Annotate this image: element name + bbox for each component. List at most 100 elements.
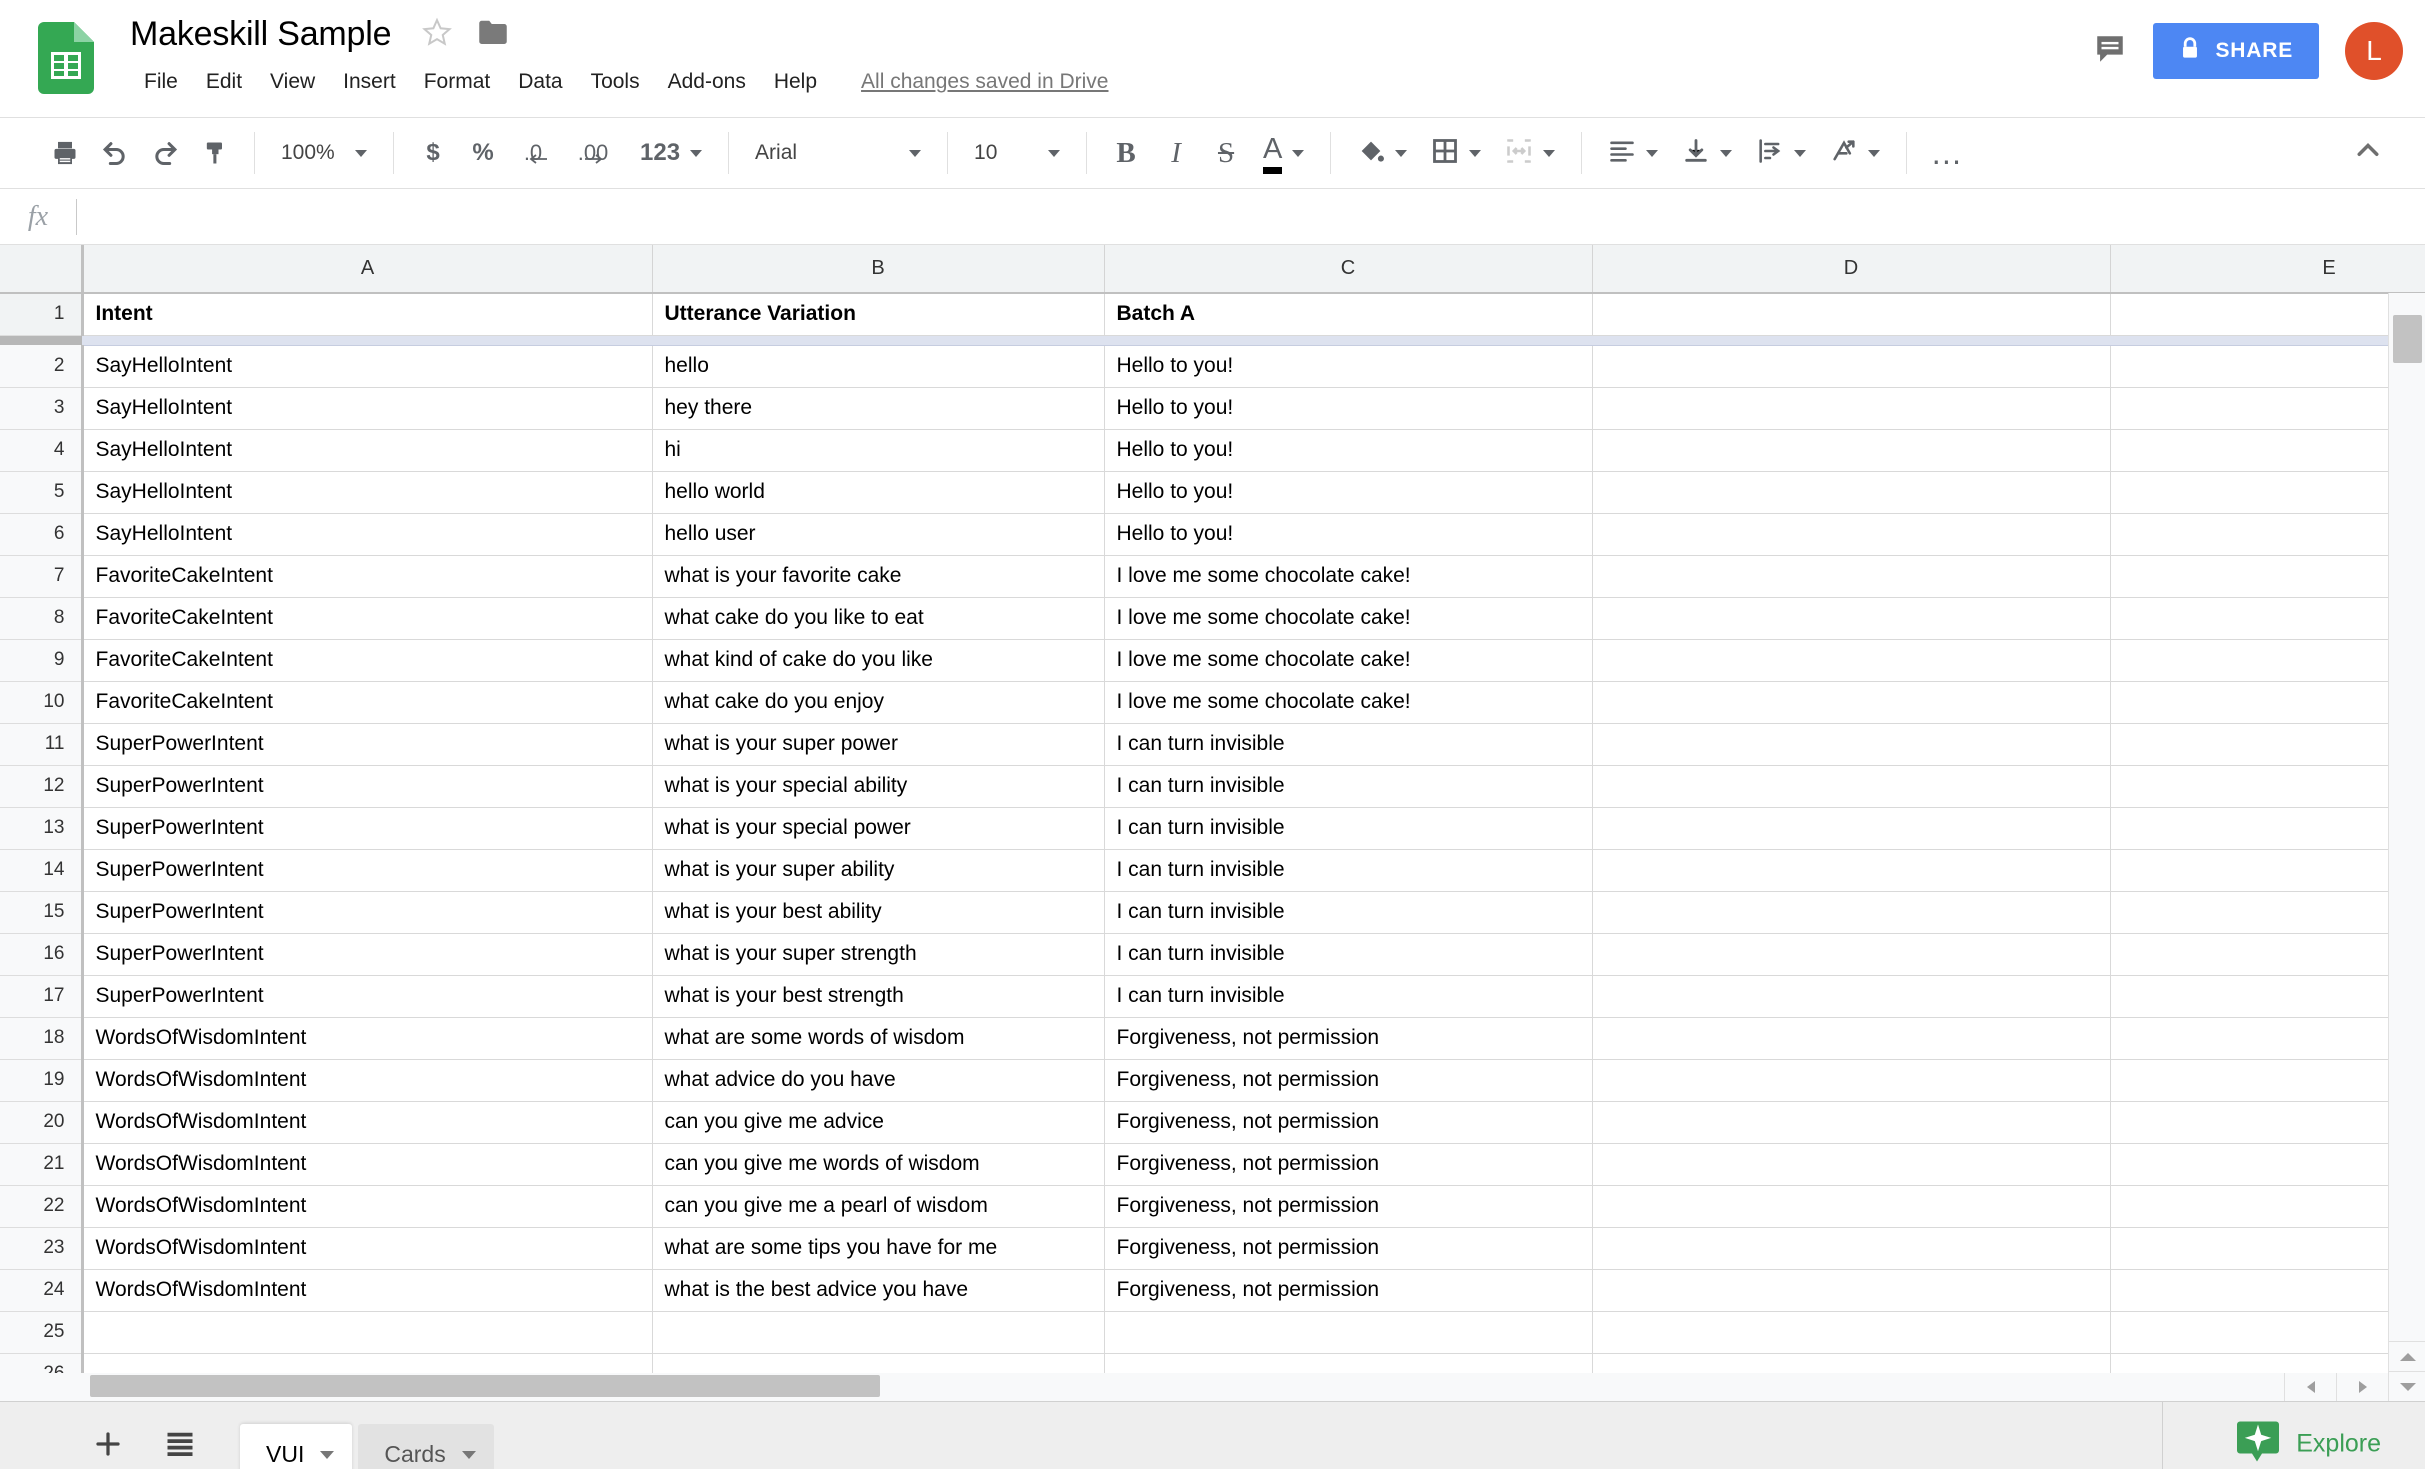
row-header-19[interactable]: 19	[0, 1059, 84, 1102]
cell-d24[interactable]	[1592, 1269, 2111, 1312]
row-header-10[interactable]: 10	[0, 681, 84, 724]
sheet-tab-cards[interactable]: Cards	[358, 1423, 494, 1469]
cell-b17[interactable]: what is your best strength	[652, 975, 1105, 1018]
bold-button[interactable]: B	[1101, 128, 1151, 178]
cell-b8[interactable]: what cake do you like to eat	[652, 597, 1105, 640]
cell-c9[interactable]: I love me some chocolate cake!	[1104, 639, 1593, 682]
menu-item-tools[interactable]: Tools	[577, 66, 654, 98]
menu-item-view[interactable]: View	[256, 66, 329, 98]
cell-c8[interactable]: I love me some chocolate cake!	[1104, 597, 1593, 640]
cell-d17[interactable]	[1592, 975, 2111, 1018]
cell-b21[interactable]: can you give me words of wisdom	[652, 1143, 1105, 1186]
vertical-scrollbar-thumb[interactable]	[2393, 315, 2422, 363]
cell-b25[interactable]	[652, 1311, 1105, 1354]
cell-d20[interactable]	[1592, 1101, 2111, 1144]
cell-d13[interactable]	[1592, 807, 2111, 850]
formula-input[interactable]	[77, 189, 2425, 244]
cell-b24[interactable]: what is the best advice you have	[652, 1269, 1105, 1312]
more-options-button[interactable]: …	[1921, 128, 1971, 178]
cell-b1[interactable]: Utterance Variation	[652, 293, 1105, 336]
cell-a23[interactable]: WordsOfWisdomIntent	[82, 1227, 653, 1270]
currency-format-button[interactable]: $	[408, 128, 458, 178]
italic-button[interactable]: I	[1151, 128, 1201, 178]
row-header-24[interactable]: 24	[0, 1269, 84, 1312]
cell-e22[interactable]	[2110, 1185, 2425, 1228]
scroll-up-button[interactable]	[2389, 1341, 2425, 1371]
scroll-right-button[interactable]	[2336, 1373, 2388, 1401]
cell-c5[interactable]: Hello to you!	[1104, 471, 1593, 514]
cell-d19[interactable]	[1592, 1059, 2111, 1102]
cell-b3[interactable]: hey there	[652, 387, 1105, 430]
cell-c18[interactable]: Forgiveness, not permission	[1104, 1017, 1593, 1060]
cell-c17[interactable]: I can turn invisible	[1104, 975, 1593, 1018]
horizontal-align-select[interactable]	[1596, 128, 1670, 178]
cell-a19[interactable]: WordsOfWisdomIntent	[82, 1059, 653, 1102]
document-title[interactable]: Makeskill Sample	[130, 12, 392, 56]
cell-c10[interactable]: I love me some chocolate cake!	[1104, 681, 1593, 724]
cell-a13[interactable]: SuperPowerIntent	[82, 807, 653, 850]
cell-e21[interactable]	[2110, 1143, 2425, 1186]
cell-e14[interactable]	[2110, 849, 2425, 892]
column-header-a[interactable]: A	[82, 245, 653, 294]
scroll-left-button[interactable]	[2284, 1373, 2336, 1401]
cell-e7[interactable]	[2110, 555, 2425, 598]
row-header-3[interactable]: 3	[0, 387, 84, 430]
cell-c23[interactable]: Forgiveness, not permission	[1104, 1227, 1593, 1270]
print-button[interactable]	[40, 128, 90, 178]
cell-a17[interactable]: SuperPowerIntent	[82, 975, 653, 1018]
cell-e4[interactable]	[2110, 429, 2425, 472]
cell-b16[interactable]: what is your super strength	[652, 933, 1105, 976]
row-header-25[interactable]: 25	[0, 1311, 84, 1354]
frozen-divider-handle[interactable]	[0, 335, 82, 345]
horizontal-scrollbar-thumb[interactable]	[90, 1375, 880, 1397]
cell-b19[interactable]: what advice do you have	[652, 1059, 1105, 1102]
cell-c12[interactable]: I can turn invisible	[1104, 765, 1593, 808]
number-format-select[interactable]: 123	[628, 128, 714, 178]
cell-e9[interactable]	[2110, 639, 2425, 682]
column-header-c[interactable]: C	[1104, 245, 1593, 294]
menu-item-help[interactable]: Help	[760, 66, 831, 98]
menu-item-file[interactable]: File	[130, 66, 192, 98]
cell-e16[interactable]	[2110, 933, 2425, 976]
cell-c20[interactable]: Forgiveness, not permission	[1104, 1101, 1593, 1144]
row-header-2[interactable]: 2	[0, 345, 84, 388]
row-header-16[interactable]: 16	[0, 933, 84, 976]
sheet-tab-vui[interactable]: VUI	[240, 1423, 353, 1469]
cell-c3[interactable]: Hello to you!	[1104, 387, 1593, 430]
add-sheet-button[interactable]	[80, 1416, 136, 1469]
cell-d1[interactable]	[1592, 293, 2111, 336]
cell-a1[interactable]: Intent	[82, 293, 653, 336]
cell-a7[interactable]: FavoriteCakeIntent	[82, 555, 653, 598]
cell-c7[interactable]: I love me some chocolate cake!	[1104, 555, 1593, 598]
cell-c14[interactable]: I can turn invisible	[1104, 849, 1593, 892]
cell-b23[interactable]: what are some tips you have for me	[652, 1227, 1105, 1270]
column-header-b[interactable]: B	[652, 245, 1105, 294]
cell-e20[interactable]	[2110, 1101, 2425, 1144]
row-header-23[interactable]: 23	[0, 1227, 84, 1270]
row-header-12[interactable]: 12	[0, 765, 84, 808]
menu-item-format[interactable]: Format	[410, 66, 505, 98]
cell-a22[interactable]: WordsOfWisdomIntent	[82, 1185, 653, 1228]
cell-b20[interactable]: can you give me advice	[652, 1101, 1105, 1144]
cell-c24[interactable]: Forgiveness, not permission	[1104, 1269, 1593, 1312]
cell-d4[interactable]	[1592, 429, 2111, 472]
cell-b14[interactable]: what is your super ability	[652, 849, 1105, 892]
star-icon[interactable]	[421, 17, 452, 52]
cell-e24[interactable]	[2110, 1269, 2425, 1312]
merge-cells-select[interactable]	[1493, 128, 1567, 178]
cell-e1[interactable]	[2110, 293, 2425, 336]
cell-c22[interactable]: Forgiveness, not permission	[1104, 1185, 1593, 1228]
cell-e23[interactable]	[2110, 1227, 2425, 1270]
cell-d14[interactable]	[1592, 849, 2111, 892]
borders-select[interactable]	[1419, 128, 1493, 178]
cell-e6[interactable]	[2110, 513, 2425, 556]
cell-b10[interactable]: what cake do you enjoy	[652, 681, 1105, 724]
cell-c25[interactable]	[1104, 1311, 1593, 1354]
vertical-scrollbar[interactable]	[2388, 293, 2425, 1401]
cell-e2[interactable]	[2110, 345, 2425, 388]
frozen-row-divider[interactable]	[0, 335, 2425, 346]
increase-decimal-button[interactable]: .00	[568, 128, 618, 178]
cell-b15[interactable]: what is your best ability	[652, 891, 1105, 934]
cell-d2[interactable]	[1592, 345, 2111, 388]
chevron-down-icon[interactable]	[320, 1450, 335, 1459]
